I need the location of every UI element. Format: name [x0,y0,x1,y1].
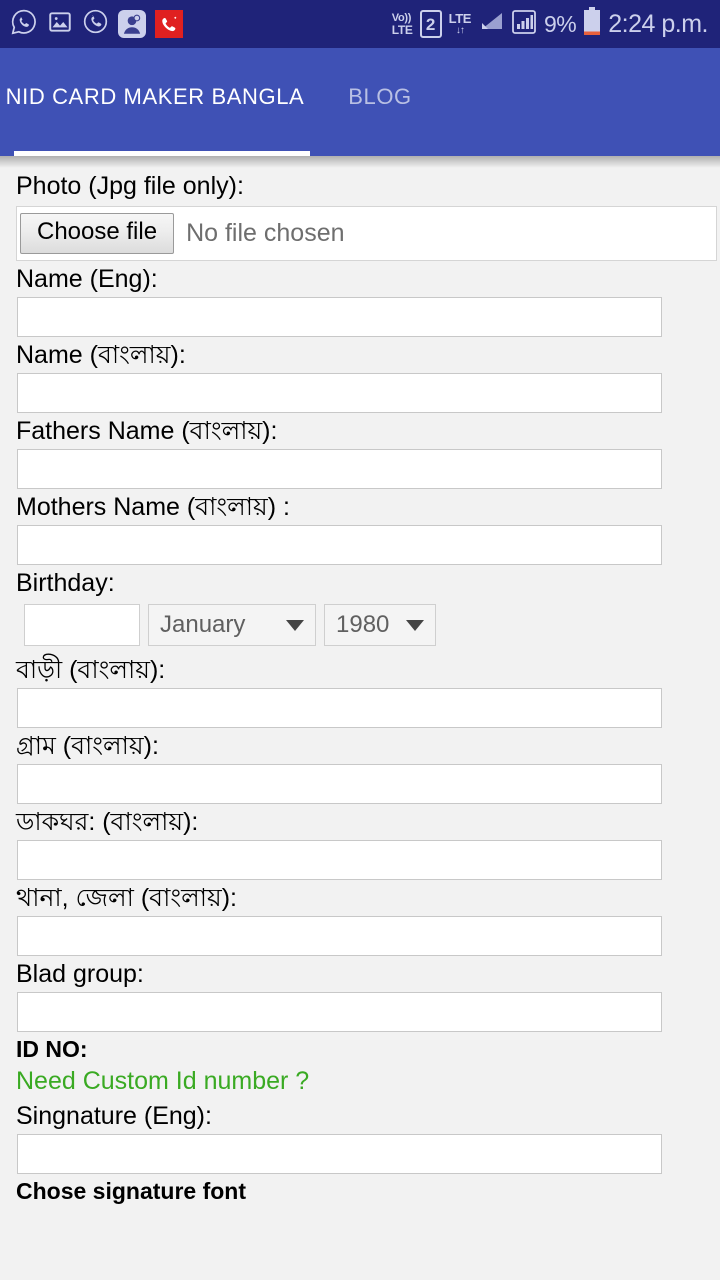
blood-group-label: Blad group: [16,960,144,988]
house-bn-label: বাড়ী (বাংলায়): [16,656,166,684]
post-office-bn-input[interactable] [17,840,662,880]
app-bar-shadow [0,156,720,168]
tab-nid-card-maker-bangla-label: NID CARD MAKER BANGLA [5,84,305,109]
id-no-label: ID NO: [16,1036,88,1062]
mothers-name-bn-input[interactable] [17,525,662,565]
status-bar-right-icons: Vo)) LTE 2 LTE ↓↑ 9% 2:24 p.m. [391,6,708,42]
status-bar: Vo)) LTE 2 LTE ↓↑ 9% 2:24 p.m. [0,0,720,48]
whatsapp-icon [10,8,38,41]
tab-bar: NID CARD MAKER BANGLA BLOG [0,48,720,156]
form-content: Photo (Jpg file only): Choose file No fi… [0,168,720,1208]
blood-group-input[interactable] [17,992,662,1032]
lte-arrows: ↓↑ [455,25,465,36]
battery-percent-label: 9% [544,10,577,37]
mothers-name-bn-label: Mothers Name (বাংলায়) : [16,493,290,521]
missed-call-icon [155,10,183,38]
signature-font-label: Chose signature font [16,1177,247,1204]
photo-label: Photo (Jpg file only): [16,172,244,200]
village-bn-label: গ্রাম (বাংলায়): [16,732,159,760]
birthday-month-value: January [160,611,246,638]
house-bn-input[interactable] [17,688,662,728]
birthday-day-input[interactable] [24,604,140,646]
app-bar: NID CARD MAKER BANGLA BLOG [0,48,720,156]
village-bn-input[interactable] [17,764,662,804]
birthday-month-select[interactable]: January [148,604,316,646]
birthday-year-select[interactable]: 1980 [324,604,436,646]
sim-slot-number: 2 [425,14,436,34]
birthday-year-value: 1980 [336,611,390,638]
lte-label: LTE [448,11,472,26]
name-eng-input[interactable] [17,297,662,337]
name-bn-label: Name (বাংলায়): [16,341,186,369]
thana-district-bn-label: থানা, জেলা (বাংলায়): [16,884,237,912]
name-eng-label: Name (Eng): [16,265,158,293]
tab-blog[interactable]: BLOG [310,48,450,156]
need-custom-id-link[interactable]: Need Custom Id number ? [0,1066,720,1098]
signal-triangle-icon [478,10,504,39]
volte-top-label: Vo)) [391,11,412,24]
volte-icon: Vo)) LTE [391,11,413,37]
gallery-image-icon [47,9,73,40]
signature-input[interactable] [17,1133,662,1174]
photo-file-input[interactable]: Choose file No file chosen [16,206,717,261]
battery-icon [583,6,601,42]
status-bar-left-icons [10,8,183,41]
lte-data-icon: LTE ↓↑ [448,11,472,36]
clock-label: 2:24 p.m. [608,9,708,38]
sim-card-icon: 2 [419,10,442,38]
signature-label: Singnature (Eng): [16,1101,212,1130]
fathers-name-bn-input[interactable] [17,449,662,489]
file-chosen-status: No file chosen [186,219,345,247]
thana-district-bn-input[interactable] [17,916,662,956]
signal-bars-icon [511,9,537,40]
chevron-down-icon [406,619,424,631]
chevron-down-icon [286,619,304,631]
tab-blog-label: BLOG [348,84,412,109]
birthday-row: January 1980 [0,601,720,646]
tab-nid-card-maker-bangla[interactable]: NID CARD MAKER BANGLA [0,48,310,156]
choose-file-button[interactable]: Choose file [20,213,175,254]
volte-bottom-label: LTE [391,22,413,37]
name-bn-input[interactable] [17,373,662,413]
phone-call-icon [82,8,109,40]
fathers-name-bn-label: Fathers Name (বাংলায়): [16,417,278,445]
post-office-bn-label: ডাকঘর: (বাংলায়): [16,808,199,836]
birthday-label: Birthday: [16,569,115,597]
app-badge-icon [118,10,146,38]
